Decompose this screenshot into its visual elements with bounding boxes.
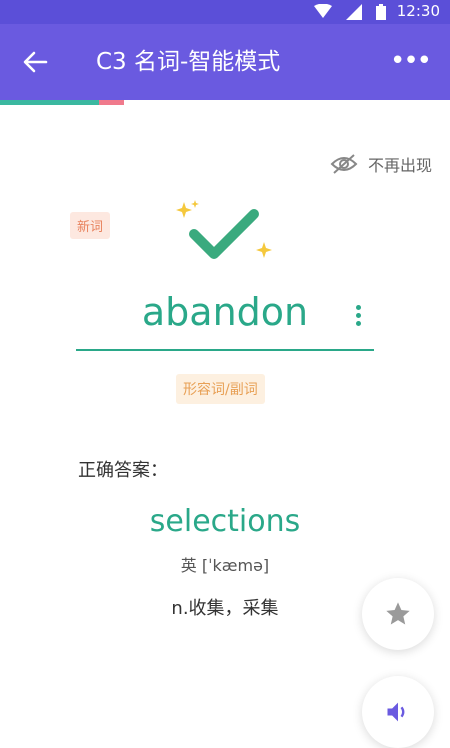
word-underline: [76, 349, 374, 351]
progress-done: [0, 100, 99, 105]
star-icon: [386, 602, 410, 625]
eye-off-icon: [330, 154, 358, 174]
battery-icon: [376, 4, 386, 20]
status-bar: 12:30: [0, 0, 450, 24]
progress-current: [99, 100, 124, 105]
speaker-icon: [387, 702, 405, 722]
word-options-icon[interactable]: [352, 305, 364, 329]
hide-word-button[interactable]: 不再出现: [330, 152, 432, 176]
app-bar: C3 名词-智能模式 •••: [0, 24, 450, 100]
favorite-button[interactable]: [362, 578, 434, 650]
answer-word: selections: [149, 504, 301, 539]
answer-meaning: n.收集，采集: [171, 598, 279, 619]
signal-icon: [346, 4, 362, 20]
word-text: abandon: [141, 290, 309, 334]
wifi-icon: [314, 4, 332, 18]
answer-label: 正确答案：: [78, 460, 168, 481]
progress-bar: [0, 100, 450, 105]
status-time: 12:30: [396, 2, 440, 20]
hide-word-label: 不再出现: [367, 156, 432, 175]
pronounce-button[interactable]: [362, 676, 434, 748]
back-arrow-icon[interactable]: [22, 50, 48, 74]
answer-phonetic[interactable]: 英 [ˈkæmə]: [75, 552, 375, 576]
new-word-badge: 新词: [70, 212, 111, 239]
page-title: C3 名词-智能模式: [96, 49, 281, 75]
part-of-speech-tag: 形容词/副词: [176, 374, 265, 404]
checkmark-icon: [176, 200, 272, 259]
more-options-icon[interactable]: •••: [390, 46, 432, 76]
